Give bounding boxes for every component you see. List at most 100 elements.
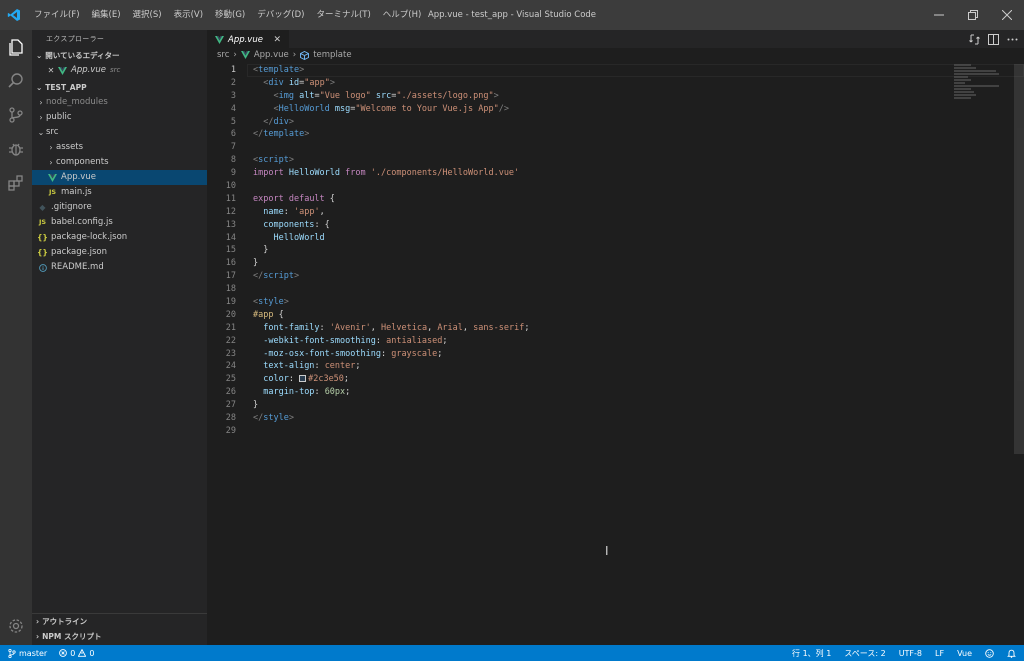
chevron-right-icon: › [36,632,40,641]
minimize-button[interactable] [922,0,956,30]
explorer-button[interactable] [0,30,32,64]
indentation-status[interactable]: スペース: 2 [844,648,885,659]
tree-item-label: src [46,127,59,137]
tree-item[interactable]: › public [32,110,207,125]
code-line: 17 </script> [207,270,1024,283]
menu-item-2[interactable]: 選択(S) [127,0,168,30]
menu-item-5[interactable]: デバッグ(D) [251,0,310,30]
line-number: 29 [225,425,236,436]
code-line: 10 [207,180,1024,193]
more-actions-icon[interactable] [1007,34,1018,45]
line-text: <script> [253,155,294,166]
scrollbar-thumb[interactable] [1014,64,1024,454]
menu-item-3[interactable]: 表示(V) [168,0,209,30]
source-control-button[interactable] [0,98,32,132]
tree-item[interactable]: App.vue [32,170,207,185]
tree-item[interactable]: JS main.js [32,185,207,200]
line-text: components: { [263,219,330,230]
line-text: } [253,245,269,256]
vertical-scrollbar[interactable] [1014,64,1024,645]
tab-close-icon[interactable]: ✕ [273,35,281,45]
editor-group: App.vue ✕ src › App.vue › template 1 <tem… [207,30,1024,645]
tree-item[interactable]: › node_modules [32,95,207,110]
open-editor-name: App.vue [71,65,106,75]
tree-item[interactable]: {} package-lock.json [32,230,207,245]
smiley-icon [985,648,994,658]
menu-item-6[interactable]: ターミナル(T) [310,0,376,30]
sidebar-title: エクスプローラー [46,35,105,43]
minimap[interactable] [954,64,1010,114]
tree-item[interactable]: README.md [32,260,207,275]
tree-item[interactable]: {} package.json [32,245,207,260]
line-number: 15 [225,245,236,256]
search-button[interactable] [0,64,32,98]
line-text: <template> [253,65,305,75]
line-text: </div> [263,116,294,127]
breadcrumb: src › App.vue › template [207,48,1024,62]
close-window-button[interactable] [990,0,1024,30]
close-icon[interactable]: ✕ [46,63,56,78]
js-file-icon: JS [48,188,57,196]
tree-item[interactable]: › components [32,155,207,170]
open-editor-hint: src [109,66,121,74]
line-number: 26 [225,387,236,398]
line-number: 28 [225,413,236,424]
branch-status[interactable]: master [8,648,47,658]
code-editor[interactable]: 1 <template> 2 <div id="app"> 3 <img alt="V… [207,64,1024,645]
npm-scripts-header[interactable]: › NPM スクリプト [32,629,207,645]
outline-label: アウトライン [42,616,88,626]
line-number: 5 [230,116,236,127]
tree-item-label: assets [56,142,84,152]
menu-item-7[interactable]: ヘルプ(H) [377,0,428,30]
menu-item-0[interactable]: ファイル(F) [28,0,86,30]
debug-button[interactable] [0,132,32,166]
breadcrumb-src[interactable]: src [217,48,229,62]
tree-item-label: main.js [61,187,92,197]
chevron-down-icon: ⌄ [36,83,43,92]
breadcrumb-symbol[interactable]: template [313,48,351,62]
breadcrumb-file[interactable]: App.vue [254,48,289,62]
language-mode[interactable]: Vue [957,649,972,658]
line-text: </script> [253,271,300,282]
chevron-right-icon: › [36,616,40,626]
gear-icon [9,619,23,633]
open-changes-icon[interactable] [969,34,980,45]
tree-item[interactable]: ⌄ src [32,125,207,140]
line-text: -moz-osx-font-smoothing: grayscale; [263,348,443,359]
window-controls [922,0,1024,30]
cursor-position[interactable]: 行 1、列 1 [792,648,831,659]
split-editor-icon[interactable] [988,33,999,45]
menu-item-4[interactable]: 移動(G) [209,0,251,30]
feedback-button[interactable] [985,648,994,658]
restore-button[interactable] [956,0,990,30]
line-text: <style> [253,297,289,308]
tab-app-vue[interactable]: App.vue ✕ [207,30,289,48]
code-line: 21 font-family: 'Avenir', Helvetica, Ari… [207,322,1024,335]
line-number: 16 [225,258,236,269]
encoding-status[interactable]: UTF-8 [899,649,922,658]
line-text: <HelloWorld msg="Welcome to Your Vue.js … [273,103,509,114]
line-number: 1 [230,65,236,75]
tree-item[interactable]: › assets [32,140,207,155]
project-header[interactable]: ⌄ TEST_APP [32,80,207,95]
notifications-button[interactable] [1007,649,1016,658]
tree-item[interactable]: JS babel.config.js [32,215,207,230]
line-text: export default { [253,193,335,204]
outline-header[interactable]: › アウトライン [32,613,207,629]
color-swatch-icon[interactable] [299,375,307,383]
open-editors-header[interactable]: ⌄ 開いているエディター [32,48,207,63]
problems-status[interactable]: 0 0 [59,649,94,658]
eol-status[interactable]: LF [935,649,944,658]
open-editor-item[interactable]: ✕ App.vue src [32,63,207,78]
code-line: 25 color: #2c3e50; [207,373,1024,386]
open-editors-label: 開いているエディター [45,51,120,60]
menu-item-1[interactable]: 編集(E) [86,0,127,30]
code-line: 27} [207,399,1024,412]
text-cursor-icon: I [605,544,609,558]
extensions-button[interactable] [0,166,32,200]
line-number: 8 [230,155,236,166]
tree-item[interactable]: ◆ .gitignore [32,200,207,215]
sidebar-bottom-panels: › アウトライン › NPM スクリプト [32,613,207,645]
manage-button[interactable] [0,609,32,643]
line-text: </style> [253,413,294,424]
